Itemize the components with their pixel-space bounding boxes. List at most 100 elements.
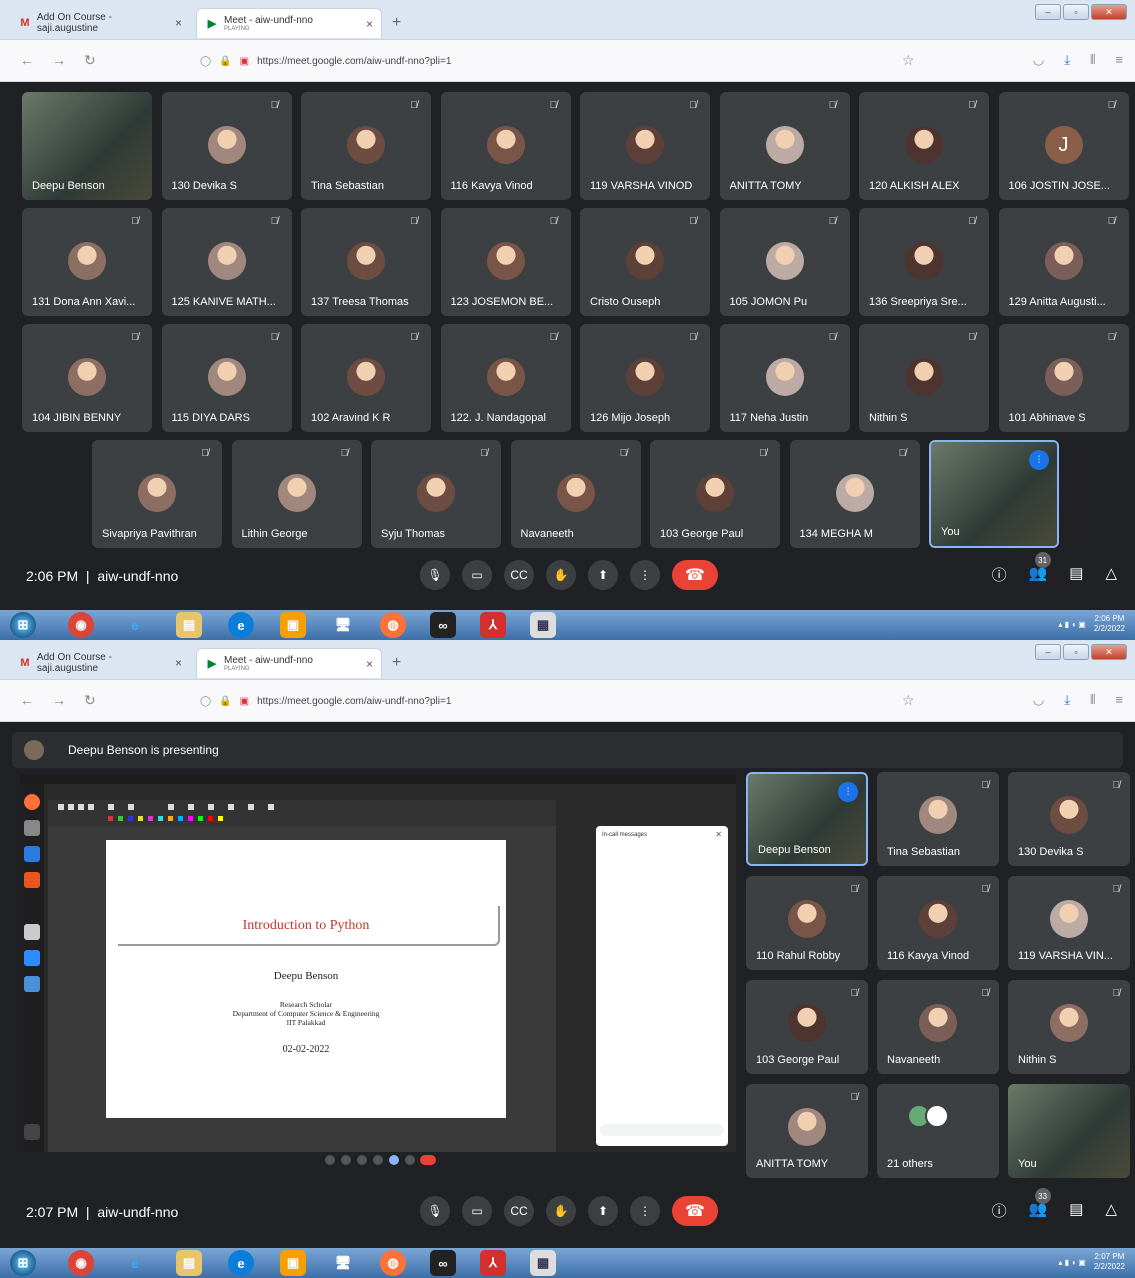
participant-tile[interactable]: 🎙̸ 116 Kavya Vinod	[877, 876, 999, 970]
camera-permission-icon[interactable]: ▣	[240, 696, 249, 707]
address-bar[interactable]: ◯ 🔒 ▣ https://meet.google.com/aiw-undf-n…	[200, 51, 920, 71]
tab-meet[interactable]: ▶ Meet - aiw-undf-nno PLAYING ×	[196, 8, 382, 38]
close-tab-icon[interactable]: ×	[366, 17, 373, 31]
firefox-icon[interactable]: ◍	[380, 1250, 406, 1276]
pocket-icon[interactable]: ◡	[1033, 52, 1044, 68]
address-bar[interactable]: ◯ 🔒 ▣ https://meet.google.com/aiw-undf-n…	[200, 691, 920, 711]
participant-tile[interactable]: 🎙̸ 131 Dona Ann Xavi...	[22, 208, 152, 316]
participant-tile[interactable]: 🎙̸ Sivapriya Pavithran	[92, 440, 222, 548]
participant-tile[interactable]: Deepu Benson	[22, 92, 152, 200]
pocket-icon[interactable]: ◡	[1033, 692, 1044, 708]
participant-tile[interactable]: ⫶ You	[929, 440, 1059, 548]
participant-tile[interactable]: 🎙̸ Tina Sebastian	[301, 92, 431, 200]
pdf-reader-icon[interactable]: ⅄	[480, 612, 506, 638]
captions-button[interactable]: CC	[504, 560, 534, 590]
firefox-icon[interactable]: ◍	[380, 612, 406, 638]
maximize-button[interactable]: ▫	[1063, 644, 1089, 660]
document-app-icon[interactable]: ▦	[530, 612, 556, 638]
explorer-icon[interactable]: ▤	[176, 612, 202, 638]
participant-tile[interactable]: 🎙̸ Navaneeth	[510, 440, 641, 548]
mic-button[interactable]: 🎙	[420, 1196, 450, 1226]
people-button[interactable]: 👥 31	[1029, 552, 1051, 585]
participant-tile[interactable]: 🎙̸ 117 Neha Justin	[719, 324, 850, 432]
library-icon[interactable]: ⫴	[1090, 692, 1095, 708]
close-window-button[interactable]: ✕	[1091, 4, 1127, 20]
participant-tile[interactable]: 🎙̸ 130 Devika S	[161, 92, 292, 200]
network-icon[interactable]: 🖥	[330, 612, 356, 638]
media-icon[interactable]: ▣	[280, 1250, 306, 1276]
participant-tile[interactable]: 🎙̸ 137 Treesa Thomas	[301, 208, 431, 316]
people-button[interactable]: 👥 33	[1029, 1188, 1051, 1221]
participant-tile[interactable]: ⫶ Deepu Benson	[746, 772, 868, 866]
edge-icon[interactable]: e	[228, 612, 254, 638]
participant-tile[interactable]: 🎙̸ Syju Thomas	[371, 440, 501, 548]
tab-add-on-course[interactable]: M Add On Course - saji.augustine ×	[10, 8, 190, 38]
close-tab-icon[interactable]: ×	[175, 656, 182, 670]
mic-button[interactable]: 🎙	[420, 560, 450, 590]
start-button[interactable]: ⊞	[10, 1250, 36, 1276]
participant-tile[interactable]: 🎙̸ 125 KANIVE MATH...	[161, 208, 292, 316]
raise-hand-button[interactable]: ✋	[546, 1196, 576, 1226]
present-button[interactable]: ⬆	[588, 560, 618, 590]
close-tab-icon[interactable]: ×	[175, 16, 182, 30]
minimize-button[interactable]: –	[1035, 644, 1061, 660]
more-options-button[interactable]: ⋮	[630, 560, 660, 590]
participant-tile[interactable]: 🎙̸ 119 VARSHA VINOD	[580, 92, 710, 200]
start-button[interactable]: ⊞	[10, 612, 36, 638]
explorer-icon[interactable]: ▤	[176, 1250, 202, 1276]
participant-tile[interactable]: 🎙̸ 105 JOMON Pu	[719, 208, 850, 316]
activities-icon[interactable]: △	[1105, 564, 1117, 585]
ie-icon[interactable]: e	[122, 1250, 148, 1276]
minimize-button[interactable]: –	[1035, 4, 1061, 20]
participant-tile[interactable]: 🎙̸ Tina Sebastian	[877, 772, 999, 866]
participant-tile[interactable]: 21 others	[877, 1084, 999, 1178]
library-icon[interactable]: ⫴	[1090, 52, 1095, 68]
network-icon[interactable]: 🖥	[330, 1250, 356, 1276]
camera-button[interactable]: ▭	[462, 1196, 492, 1226]
download-icon[interactable]: ⤓	[1064, 52, 1070, 68]
chat-icon[interactable]: ▤	[1069, 564, 1083, 585]
chrome-icon[interactable]: ◉	[68, 612, 94, 638]
bookmark-star-icon[interactable]: ☆	[902, 692, 915, 709]
participant-tile[interactable]: 🎙̸ 126 Mijo Joseph	[580, 324, 710, 432]
chrome-icon[interactable]: ◉	[68, 1250, 94, 1276]
participant-tile[interactable]: 🎙̸ 101 Abhinave S	[998, 324, 1129, 432]
participant-tile[interactable]: 🎙̸ 123 JOSEMON BE...	[440, 208, 571, 316]
menu-icon[interactable]: ≡	[1115, 52, 1123, 68]
participant-tile[interactable]: 🎙̸ 136 Sreepriya Sre...	[859, 208, 989, 316]
back-icon[interactable]: ←	[20, 52, 34, 68]
participant-tile[interactable]: 🎙̸ 122. J. Nandagopal	[440, 324, 571, 432]
tab-add-on-course[interactable]: M Add On Course - saji.augustine ×	[10, 648, 190, 678]
participant-tile[interactable]: 🎙̸ Nithin S	[1008, 980, 1130, 1074]
participant-tile[interactable]: 🎙̸ 130 Devika S	[1008, 772, 1130, 866]
tab-meet[interactable]: ▶ Meet - aiw-undf-nno PLAYING ×	[196, 648, 382, 678]
end-call-button[interactable]: ☎	[672, 1196, 718, 1226]
camera-button[interactable]: ▭	[462, 560, 492, 590]
participant-tile[interactable]: 🎙̸ Navaneeth	[877, 980, 999, 1074]
download-icon[interactable]: ⤓	[1064, 692, 1070, 708]
participant-tile[interactable]: 🎙̸ 134 MEGHA M	[789, 440, 920, 548]
participant-tile[interactable]: 🎙̸ Cristo Ouseph	[580, 208, 710, 316]
participant-tile[interactable]: 🎙̸ ANITTA TOMY	[719, 92, 850, 200]
raise-hand-button[interactable]: ✋	[546, 560, 576, 590]
camera-permission-icon[interactable]: ▣	[240, 56, 249, 67]
reload-icon[interactable]: ↻	[84, 692, 96, 709]
participant-tile[interactable]: 🎙̸ 119 VARSHA VIN...	[1008, 876, 1130, 970]
participant-tile[interactable]: 🎙̸ 116 Kavya Vinod	[440, 92, 571, 200]
close-window-button[interactable]: ✕	[1091, 644, 1127, 660]
edge-icon[interactable]: e	[228, 1250, 254, 1276]
pdf-reader-icon[interactable]: ⅄	[480, 1250, 506, 1276]
document-app-icon[interactable]: ▦	[530, 1250, 556, 1276]
app-icon[interactable]: ∞	[430, 612, 456, 638]
media-icon[interactable]: ▣	[280, 612, 306, 638]
participant-tile[interactable]: 🎙̸ 103 George Paul	[650, 440, 780, 548]
participant-tile[interactable]: 🎙̸ 110 Rahul Robby	[746, 876, 868, 970]
more-options-button[interactable]: ⋮	[630, 1196, 660, 1226]
participant-tile[interactable]: You	[1008, 1084, 1130, 1178]
participant-tile[interactable]: 🎙̸ 120 ALKISH ALEX	[859, 92, 989, 200]
participant-tile[interactable]: 🎙̸ 129 Anitta Augusti...	[998, 208, 1129, 316]
participant-tile[interactable]: 🎙̸ ANITTA TOMY	[746, 1084, 868, 1178]
ie-icon[interactable]: e	[122, 612, 148, 638]
close-tab-icon[interactable]: ×	[366, 657, 373, 671]
participant-tile[interactable]: 🎙̸ Nithin S	[859, 324, 989, 432]
